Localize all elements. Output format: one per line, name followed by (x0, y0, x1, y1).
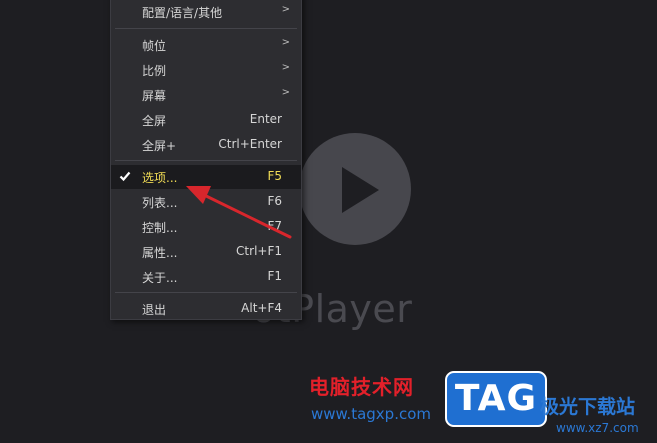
watermark-site2-url: www.xz7.com (556, 421, 639, 435)
player-window: otPlayer 配置/语言/其他 > 帧位 > 比例 > 屏幕 > 全屏 En… (0, 0, 657, 443)
watermark-site-name: 电脑技术网 (309, 375, 414, 399)
watermark-site2-name: 极光下载站 (540, 396, 636, 418)
watermark-site-url: www.tagxp.com (311, 405, 431, 423)
watermark-tag-logo: TAG (445, 371, 547, 427)
tag-badge-text: TAG (454, 378, 538, 419)
